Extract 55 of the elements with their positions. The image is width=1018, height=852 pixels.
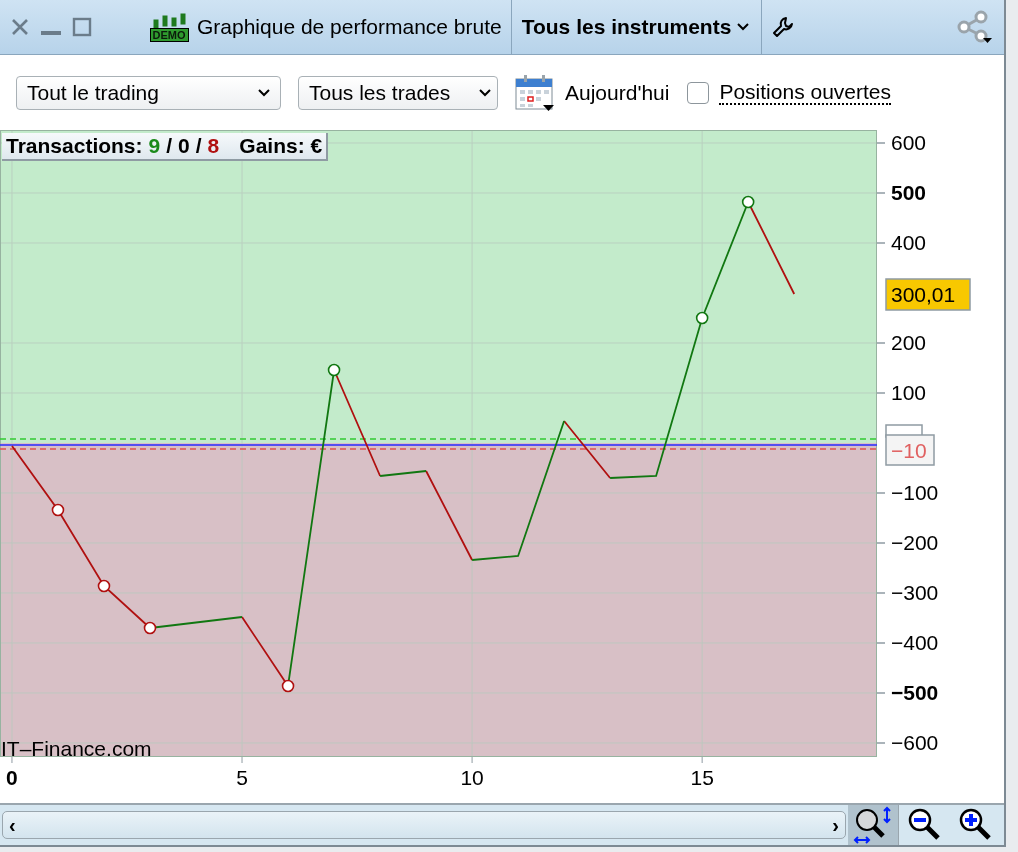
demo-badge: DEMO <box>149 27 189 42</box>
share-icon[interactable] <box>956 10 992 44</box>
neutral-count: 0 <box>178 133 190 160</box>
window-title: Graphique de performance brute <box>197 14 502 41</box>
chevron-icon <box>258 88 270 97</box>
chevron-icon <box>737 23 750 31</box>
scrollbar[interactable]: ‹ › <box>2 811 846 839</box>
wrench-icon[interactable] <box>771 15 796 39</box>
reference-label: −10 <box>885 424 935 466</box>
trade-marker <box>51 503 65 517</box>
zoom-fit-button[interactable] <box>848 805 898 845</box>
ref-line-label: −10 <box>891 439 927 462</box>
price-label: 300,01 <box>885 278 971 311</box>
trades-select[interactable]: Tous les trades <box>298 75 498 110</box>
maximize-icon[interactable] <box>72 17 92 37</box>
y-tick-label: −300 <box>891 581 939 604</box>
calendar-icon[interactable] <box>515 73 555 112</box>
trade-marker <box>281 679 295 693</box>
y-tick-label: −500 <box>891 681 939 704</box>
separator-text: / <box>166 133 173 160</box>
y-tick-label: 600 <box>891 131 927 154</box>
x-tick-label: 15 <box>690 766 714 789</box>
gains-label: Gains: € <box>239 133 323 160</box>
x-tick-label: 0 <box>6 766 18 789</box>
y-tick-label: −200 <box>891 531 939 554</box>
separator-text: / <box>195 133 202 160</box>
checkbox[interactable] <box>687 81 710 104</box>
trade-marker <box>143 621 157 635</box>
magnifier-icon <box>853 806 893 844</box>
trade-marker <box>741 195 755 209</box>
y-tick-label: −100 <box>891 481 939 504</box>
watermark-text: IT–Finance.com <box>1 736 152 762</box>
y-tick-label: 200 <box>891 331 927 354</box>
chevron-icon <box>479 88 491 97</box>
trade-marker <box>97 579 111 593</box>
loss-count: 8 <box>207 133 220 160</box>
scroll-right-button[interactable]: › <box>832 815 839 835</box>
trading-select[interactable]: Tout le trading <box>16 75 281 110</box>
close-icon[interactable] <box>10 17 30 37</box>
positions-label[interactable]: Positions ouvertes <box>719 80 891 105</box>
y-tick-label: −400 <box>891 631 939 654</box>
minimize-icon[interactable] <box>41 30 61 36</box>
date-label[interactable]: Aujourd'hui <box>565 76 670 109</box>
win-count: 9 <box>148 133 161 160</box>
trade-marker <box>327 363 341 377</box>
y-tick-label: −600 <box>891 731 939 754</box>
scroll-left-button[interactable]: ‹ <box>9 815 16 835</box>
trade-marker <box>695 311 709 325</box>
instrument-dropdown[interactable]: Tous les instruments <box>511 0 762 55</box>
y-tick-label: 400 <box>891 231 927 254</box>
x-tick-label: 5 <box>236 766 248 789</box>
x-tick-label: 10 <box>460 766 484 789</box>
y-tick-label: 500 <box>891 181 927 204</box>
transactions-label: Transactions: <box>6 133 143 160</box>
y-tick-label: 100 <box>891 381 927 404</box>
